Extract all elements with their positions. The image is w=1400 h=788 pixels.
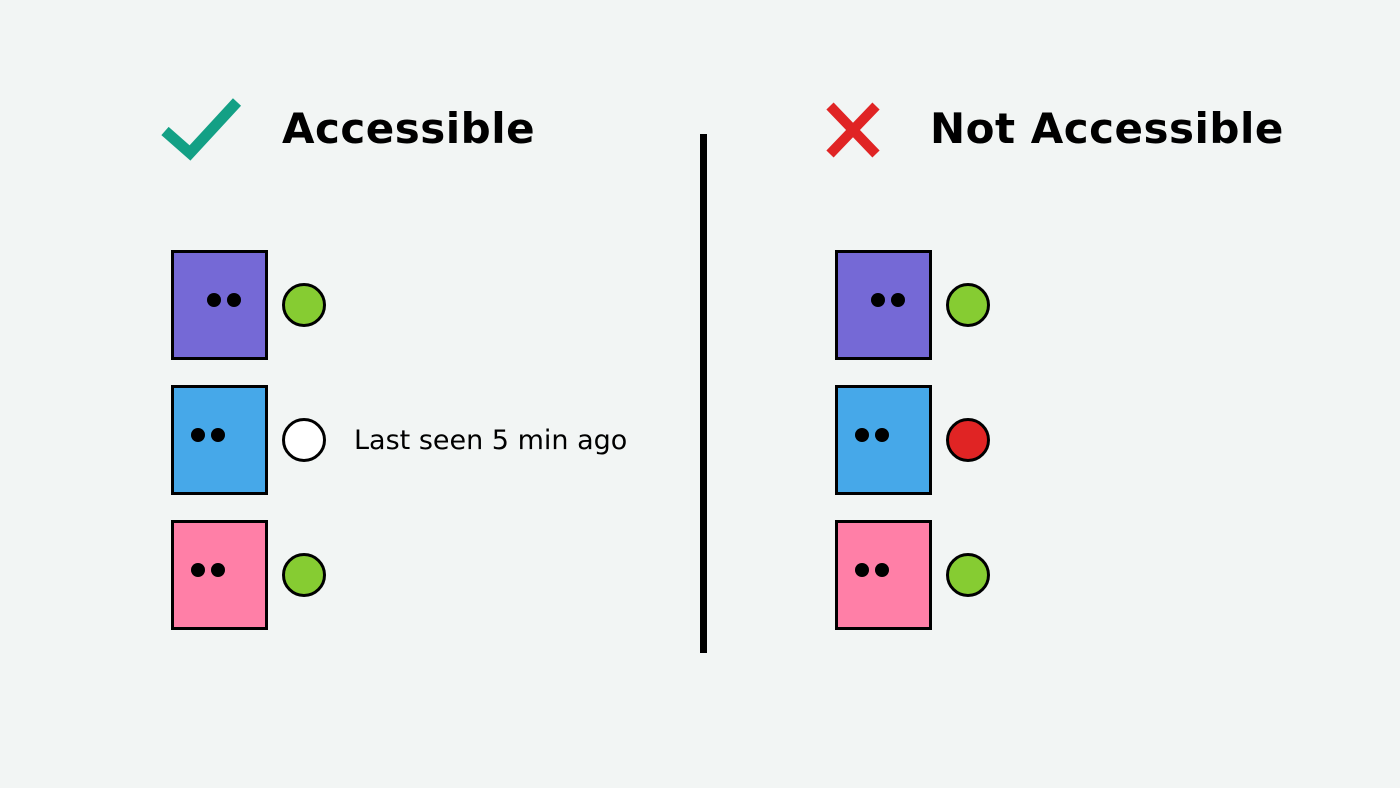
avatar [835, 520, 932, 630]
status-indicator-online [282, 553, 326, 597]
avatar-eyes [855, 563, 889, 577]
user-row [835, 385, 990, 495]
user-row: Last seen 5 min ago [171, 385, 628, 495]
last-seen-text: Last seen 5 min ago [354, 424, 628, 456]
avatar [171, 520, 268, 630]
user-list [835, 250, 990, 656]
user-row [171, 250, 627, 360]
user-row [835, 520, 990, 630]
user-list: Last seen 5 min ago [171, 250, 628, 656]
cross-icon [826, 102, 880, 158]
not-accessible-heading: Not Accessible [824, 96, 1284, 162]
not-accessible-panel: Not Accessible [700, 0, 1400, 788]
avatar-eyes [207, 293, 241, 307]
user-row [171, 520, 627, 630]
accessible-title: Accessible [282, 104, 536, 153]
avatar-eyes [871, 293, 905, 307]
avatar-eyes [855, 428, 889, 442]
not-accessible-title: Not Accessible [930, 104, 1284, 153]
checkmark-icon [161, 98, 242, 161]
status-indicator-offline [282, 418, 326, 462]
accessible-heading: Accessible [160, 96, 535, 162]
avatar-eyes [191, 563, 225, 577]
avatar [171, 385, 268, 495]
status-indicator-online [946, 553, 990, 597]
avatar-eyes [191, 428, 225, 442]
user-row [835, 250, 990, 360]
status-indicator-online [946, 283, 990, 327]
status-indicator-online [282, 283, 326, 327]
status-indicator-offline [946, 418, 990, 462]
avatar [171, 250, 268, 360]
avatar [835, 385, 932, 495]
accessible-panel: Accessible Last seen 5 min ago [0, 0, 700, 788]
avatar [835, 250, 932, 360]
